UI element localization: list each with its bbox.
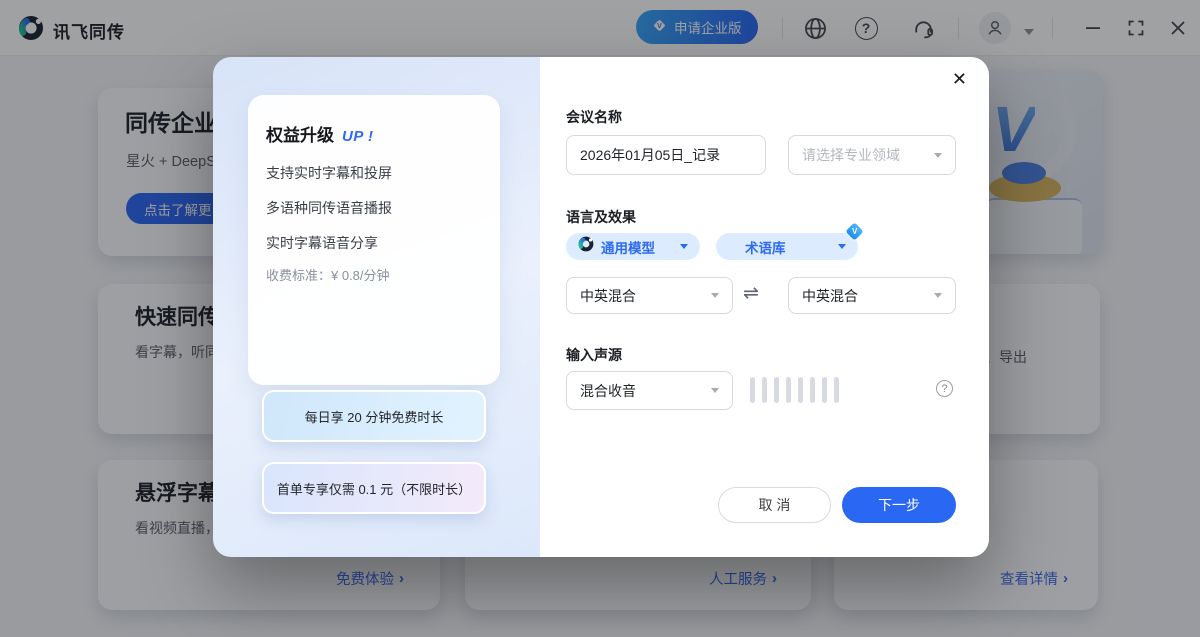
close-icon[interactable]: ✕ [952, 70, 967, 88]
glossary-pill[interactable]: 术语库 V [716, 233, 858, 260]
vip-badge-icon: V [844, 221, 865, 242]
perk-feature: 支持实时字幕和投屏 [266, 163, 392, 183]
caret-down-icon [680, 244, 688, 249]
caret-down-icon [711, 388, 719, 393]
perk-feature: 实时字幕语音分享 [266, 233, 378, 253]
audio-level-bars [750, 377, 839, 403]
meeting-name-field[interactable] [566, 135, 766, 175]
target-language-select[interactable]: 中英混合 [788, 277, 956, 314]
meeting-name-input[interactable] [580, 147, 752, 163]
caret-down-icon [934, 153, 942, 158]
promo-free-minutes: 每日享 20 分钟免费时长 [262, 390, 486, 442]
audio-source-select[interactable]: 混合收音 [566, 371, 733, 410]
perk-title: 权益升级 [266, 121, 334, 146]
promo-first-order: 首单专享仅需 0.1 元（不限时长） [262, 462, 486, 514]
meeting-form-panel: ✕ 会议名称 请选择专业领域 语言及效果 通用模型 [540, 57, 989, 557]
caret-down-icon [934, 293, 942, 298]
new-meeting-dialog: 权益升级 UP ! 支持实时字幕和投屏 多语种同传语音播报 实时字幕语音分享 收… [213, 57, 989, 557]
next-step-button[interactable]: 下一步 [842, 487, 956, 523]
pricing-note: 收费标准：¥ 0.8/分钟 [266, 265, 390, 284]
model-logo-icon [578, 236, 594, 257]
cancel-button[interactable]: 取 消 [718, 487, 831, 523]
perk-card: 权益升级 UP ! 支持实时字幕和投屏 多语种同传语音播报 实时字幕语音分享 收… [248, 95, 500, 385]
language-label: 语言及效果 [566, 207, 636, 227]
model-pill[interactable]: 通用模型 [566, 233, 700, 260]
perk-feature: 多语种同传语音播报 [266, 198, 392, 218]
audio-source-label: 输入声源 [566, 345, 622, 365]
caret-down-icon [838, 244, 846, 249]
audio-help-icon[interactable]: ? [936, 380, 953, 397]
up-badge: UP ! [342, 128, 373, 145]
domain-select[interactable]: 请选择专业领域 [788, 135, 956, 175]
caret-down-icon [711, 293, 719, 298]
source-language-select[interactable]: 中英混合 [566, 277, 733, 314]
promo-panel: 权益升级 UP ! 支持实时字幕和投屏 多语种同传语音播报 实时字幕语音分享 收… [213, 57, 540, 557]
meeting-name-label: 会议名称 [566, 107, 622, 127]
swap-languages-icon[interactable]: ⇌ [743, 282, 759, 305]
